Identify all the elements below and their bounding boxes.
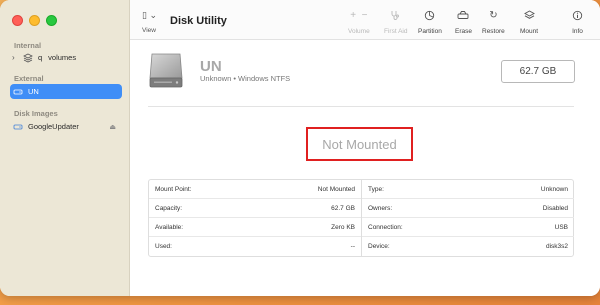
info-key: Mount Point: <box>155 185 192 193</box>
disk-utility-window: Internal › q volumes External UN Disk Im… <box>0 0 600 296</box>
info-key: Capacity: <box>155 204 183 212</box>
info-value: Zero KB <box>331 223 355 231</box>
sidebar-item-volumes[interactable]: › q volumes <box>10 50 122 65</box>
section-internal-title: Internal <box>14 41 42 50</box>
info-value: Not Mounted <box>317 185 355 193</box>
info-key: Type: <box>368 185 384 193</box>
stack-icon <box>22 52 34 64</box>
view-button[interactable]: ▯ ⌄ View <box>142 10 157 34</box>
info-key: Owners: <box>368 204 393 212</box>
info-row: Device: disk3s2 <box>362 237 574 256</box>
info-key: Connection: <box>368 223 403 231</box>
first-aid-button[interactable]: First Aid <box>384 10 407 35</box>
section-external-title: External <box>14 74 44 83</box>
sidebar-item-googleupdater[interactable]: GoogleUpdater ⏏ <box>10 119 122 134</box>
chevron-right-icon[interactable]: › <box>12 53 20 62</box>
stethoscope-icon <box>390 10 401 22</box>
info-icon <box>572 10 583 22</box>
info-column-left: Mount Point: Not Mounted Capacity: 62.7 … <box>149 180 362 256</box>
info-row: Available: Zero KB <box>149 218 361 237</box>
info-value: 62.7 GB <box>331 204 355 212</box>
info-button[interactable]: Info <box>572 10 583 35</box>
disk-image-icon <box>12 121 24 133</box>
info-row: Used: -- <box>149 237 361 256</box>
close-button[interactable] <box>12 15 23 26</box>
eject-icon[interactable]: ⏏ <box>109 123 116 131</box>
mount-status: Not Mounted <box>306 127 413 161</box>
capacity-badge: 62.7 GB <box>501 60 575 83</box>
disk-header: UN Unknown • Windows NTFS 62.7 GB <box>130 40 600 106</box>
window-controls <box>12 15 57 26</box>
sidebar-item-un[interactable]: UN <box>10 84 122 99</box>
hard-drive-icon <box>148 52 184 90</box>
info-row: Capacity: 62.7 GB <box>149 199 361 218</box>
disk-subtitle: Unknown • Windows NTFS <box>200 74 291 83</box>
erase-drive-icon <box>457 10 469 22</box>
app-title: Disk Utility <box>170 15 227 27</box>
sidebar-item-label: GoogleUpdater <box>28 122 79 131</box>
view-label: View <box>142 27 156 34</box>
mount-label: Mount <box>520 28 539 35</box>
plus-minus-icon: + − <box>350 10 368 21</box>
partition-label: Partition <box>418 28 442 35</box>
main-pane: ▯ ⌄ View Disk Utility + − Volume First A… <box>130 0 600 296</box>
erase-button[interactable]: Erase <box>455 10 472 35</box>
volume-label: Volume <box>348 28 370 35</box>
disk-info-table: Mount Point: Not Mounted Capacity: 62.7 … <box>148 179 574 257</box>
layers-icon <box>523 10 535 22</box>
divider <box>148 106 574 107</box>
mount-button[interactable]: Mount <box>520 10 538 35</box>
pie-chart-icon <box>424 10 435 22</box>
info-value: Unknown <box>540 185 568 193</box>
sidebar-item-label: UN <box>28 87 39 96</box>
info-value: disk3s2 <box>545 243 568 250</box>
erase-label: Erase <box>455 28 472 35</box>
info-row: Mount Point: Not Mounted <box>149 180 361 199</box>
toolbar: ▯ ⌄ View Disk Utility + − Volume First A… <box>130 0 600 40</box>
first-aid-label: First Aid <box>384 28 408 35</box>
info-row: Owners: Disabled <box>362 199 574 218</box>
sidebar-toggle-icon: ▯ ⌄ <box>142 10 157 20</box>
restore-label: Restore <box>482 28 505 35</box>
sidebar: Internal › q volumes External UN Disk Im… <box>0 0 130 296</box>
info-key: Device: <box>368 243 390 250</box>
info-value: Disabled <box>542 204 568 212</box>
sidebar-item-label: volumes <box>48 53 77 62</box>
restore-icon: ↻ <box>489 10 498 21</box>
restore-button[interactable]: ↻ Restore <box>482 10 505 35</box>
partition-button[interactable]: Partition <box>418 10 442 35</box>
info-column-right: Type: Unknown Owners: Disabled Connectio… <box>362 180 575 256</box>
volume-button[interactable]: + − Volume <box>348 10 370 35</box>
info-value: -- <box>350 243 355 250</box>
disk-name: UN <box>200 58 222 75</box>
section-images-title: Disk Images <box>14 109 58 118</box>
info-value: USB <box>554 223 568 231</box>
external-drive-icon <box>12 86 24 98</box>
minimize-button[interactable] <box>29 15 40 26</box>
info-row: Connection: USB <box>362 218 574 237</box>
info-key: Available: <box>155 223 184 231</box>
info-row: Type: Unknown <box>362 180 574 199</box>
zoom-button[interactable] <box>46 15 57 26</box>
sidebar-item-prefix: q <box>38 53 43 62</box>
info-key: Used: <box>155 243 172 250</box>
info-label: Info <box>572 28 583 35</box>
